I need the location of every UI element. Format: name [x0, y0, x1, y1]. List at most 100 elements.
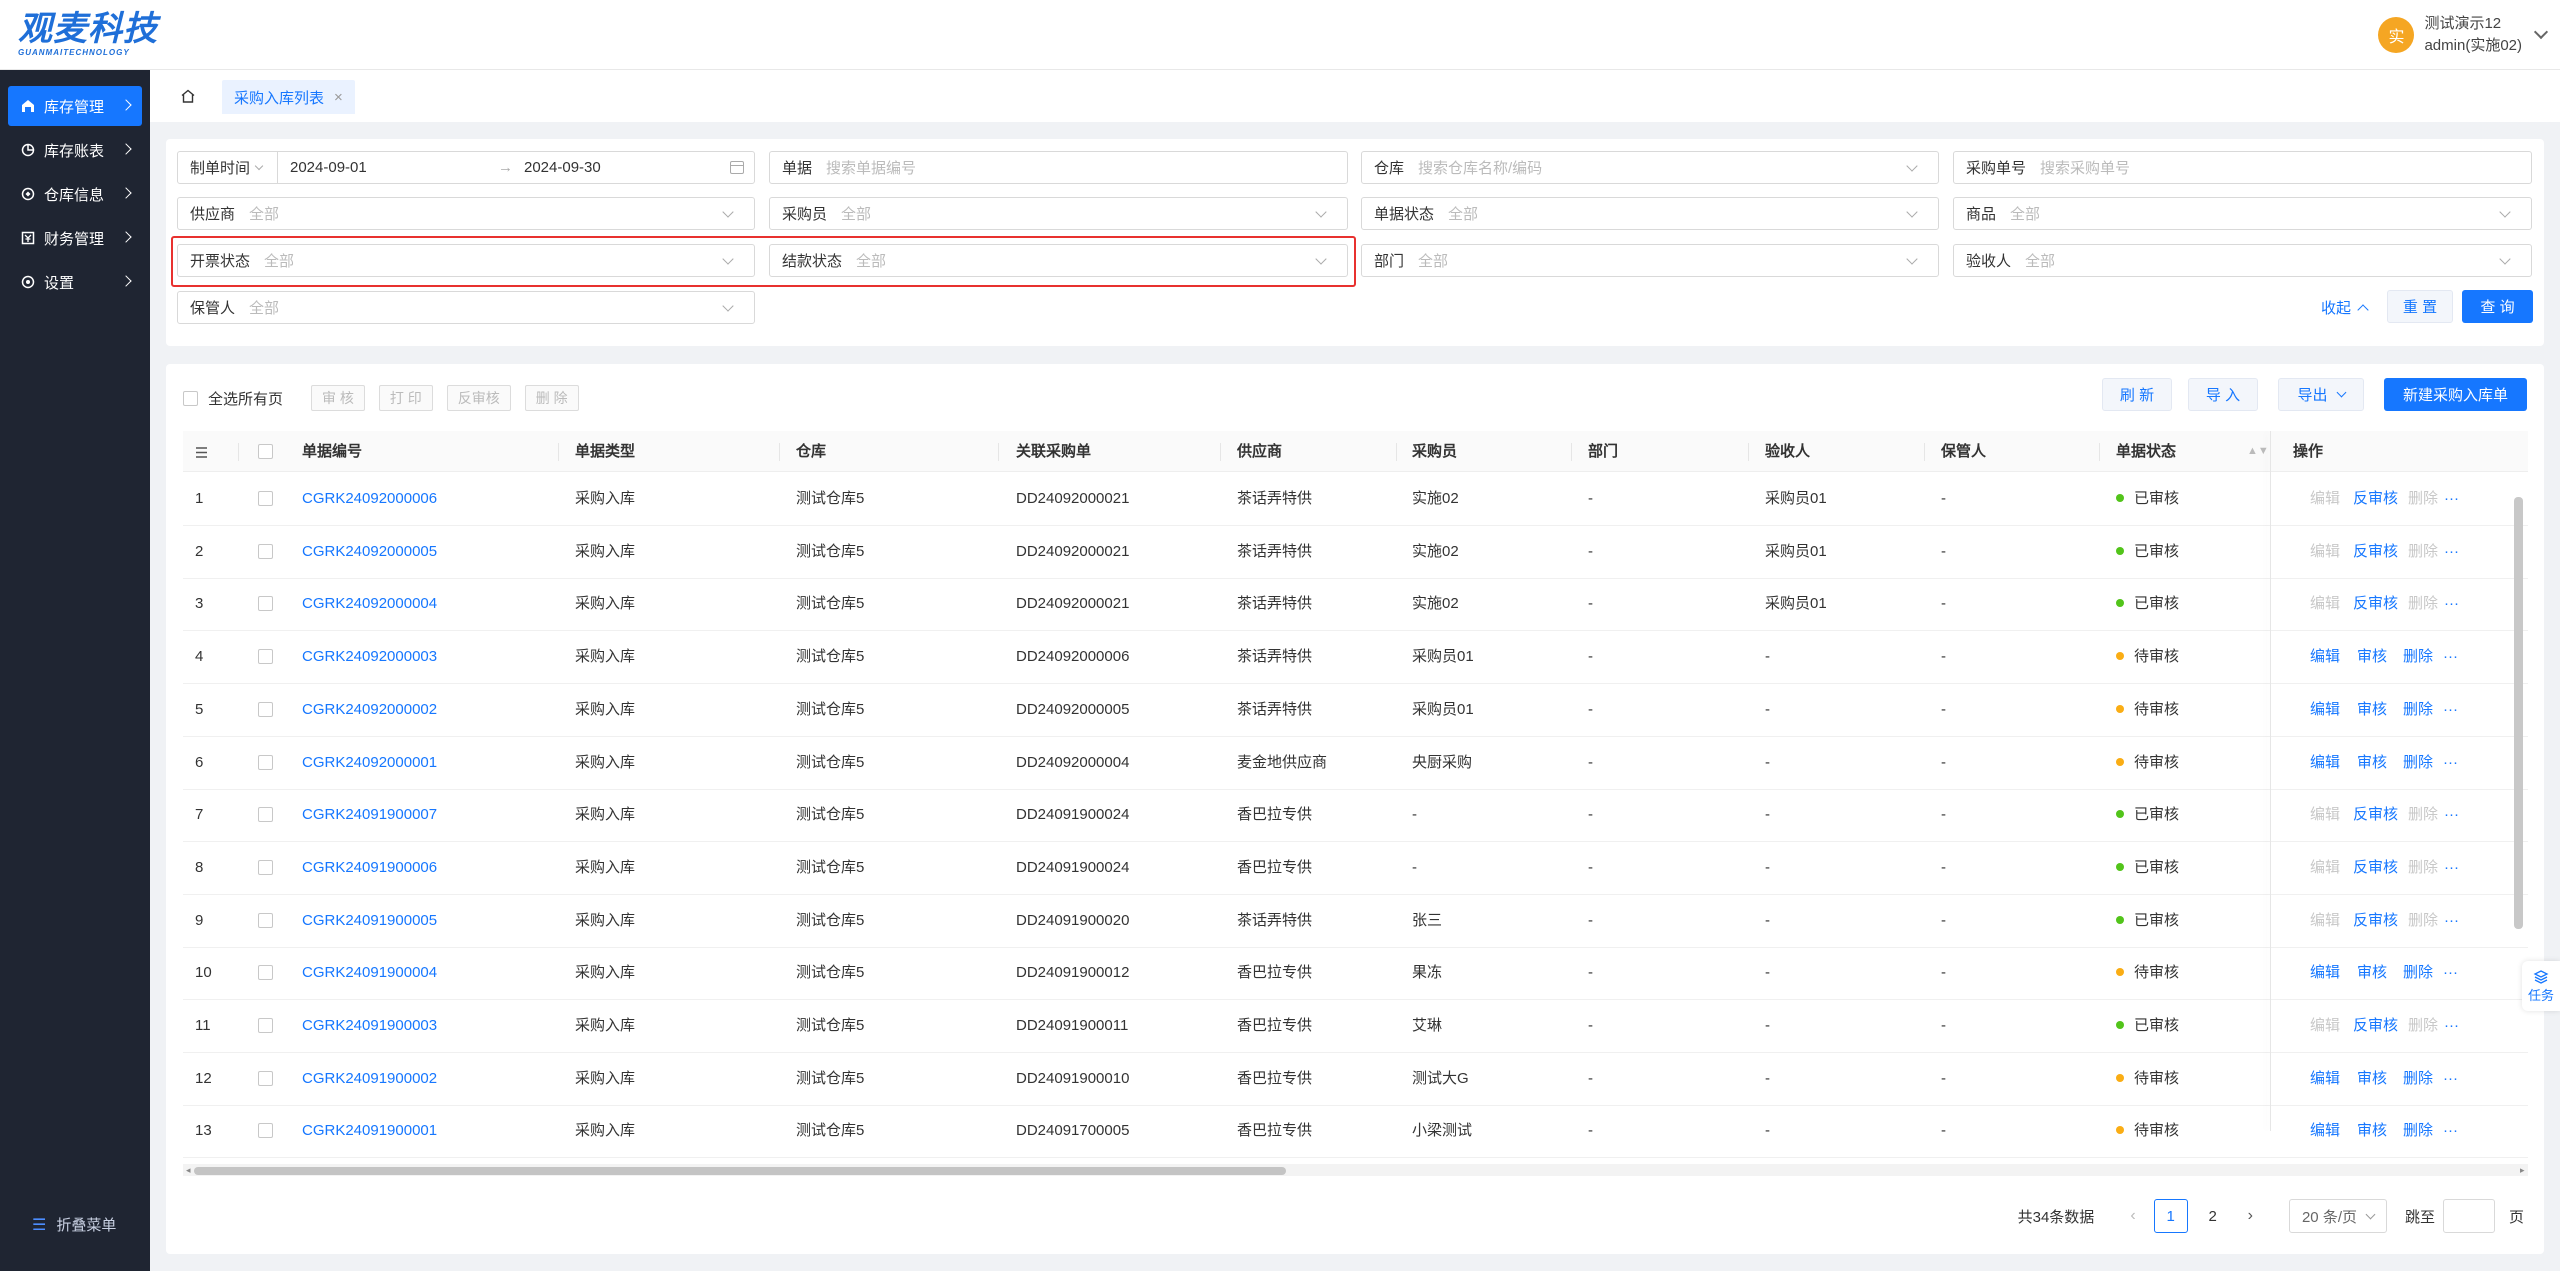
audit-row-button[interactable]: 审核	[2357, 684, 2387, 736]
more-actions-icon[interactable]: ···	[2444, 789, 2459, 841]
doc-number-link[interactable]: CGRK24092000004	[302, 578, 437, 630]
calendar-icon[interactable]	[730, 161, 744, 174]
date-start-input[interactable]: 2024-09-01	[290, 152, 367, 183]
row-checkbox[interactable]	[258, 1018, 273, 1033]
row-checkbox[interactable]	[258, 912, 273, 928]
select-all-checkbox[interactable]	[183, 390, 198, 406]
chevron-down-icon[interactable]	[2533, 24, 2549, 40]
table-row[interactable]: 4 CGRK24092000003 采购入库 测试仓库5 DD24092000006 茶话…	[183, 631, 2528, 685]
tab-home[interactable]	[164, 80, 212, 112]
row-checkbox[interactable]	[258, 491, 273, 506]
refresh-button[interactable]: 刷 新	[2102, 378, 2172, 411]
unaudit-row-button[interactable]: 反审核	[2353, 842, 2398, 894]
more-actions-icon[interactable]: ···	[2444, 895, 2459, 947]
row-checkbox[interactable]	[258, 1070, 273, 1086]
row-checkbox[interactable]	[258, 859, 273, 875]
tab-purchase-inbound-list[interactable]: 采购入库列表 ×	[222, 80, 355, 114]
jump-page-input[interactable]	[2442, 1199, 2495, 1233]
table-row[interactable]: 10 CGRK24091900004 采购入库 测试仓库5 DD24091900012 香…	[183, 947, 2528, 1001]
doc-number-link[interactable]: CGRK24091900001	[302, 1105, 437, 1157]
more-actions-icon[interactable]: ···	[2444, 578, 2459, 630]
delete-button[interactable]: 删 除	[524, 385, 579, 411]
table-row[interactable]: 8 CGRK24091900006 采购入库 测试仓库5 DD24091900024 香巴…	[183, 842, 2528, 895]
product-filter[interactable]: 商品 全部	[1953, 197, 2532, 230]
doc-number-filter[interactable]: 单据 搜索单据编号	[769, 151, 1348, 184]
delete-row-button[interactable]: 删除	[2408, 895, 2438, 947]
column-settings-icon[interactable]	[195, 431, 208, 472]
table-row[interactable]: 12 CGRK24091900002 采购入库 测试仓库5 DD24091900010 香…	[183, 1053, 2528, 1106]
page-size-select[interactable]: 20 条/页	[2288, 1199, 2387, 1233]
collapse-menu-button[interactable]: ☰ 折叠菜单	[32, 1214, 116, 1235]
delete-row-button[interactable]: 删除	[2403, 684, 2433, 736]
row-checkbox[interactable]	[258, 543, 273, 559]
doc-number-link[interactable]: CGRK24092000006	[302, 473, 437, 525]
import-button[interactable]: 导 入	[2188, 378, 2258, 411]
buyer-filter[interactable]: 采购员 全部	[769, 197, 1348, 230]
unaudit-row-button[interactable]: 反审核	[2353, 895, 2398, 947]
delete-row-button[interactable]: 删除	[2408, 578, 2438, 630]
unaudit-button[interactable]: 反审核	[446, 385, 511, 411]
scroll-left-icon[interactable]: ◂	[186, 1165, 191, 1176]
delete-row-button[interactable]: 删除	[2403, 1053, 2433, 1105]
supplier-filter[interactable]: 供应商 全部	[177, 197, 755, 230]
doc-number-link[interactable]: CGRK24092000001	[302, 737, 437, 789]
prev-page-icon[interactable]: ‹	[2130, 1207, 2135, 1225]
unaudit-row-button[interactable]: 反审核	[2353, 526, 2398, 578]
page-2-button[interactable]: 2	[2196, 1199, 2230, 1233]
receiver-filter[interactable]: 验收人 全部	[1953, 244, 2532, 277]
query-button[interactable]: 查 询	[2462, 290, 2533, 323]
sidebar-item-finance[interactable]: 财务管理	[8, 218, 142, 258]
doc-status-filter[interactable]: 单据状态 全部	[1361, 197, 1939, 230]
unaudit-row-button[interactable]: 反审核	[2353, 578, 2398, 630]
audit-row-button[interactable]: 审核	[2357, 947, 2387, 999]
more-actions-icon[interactable]: ···	[2444, 526, 2459, 578]
delete-row-button[interactable]: 删除	[2408, 1000, 2438, 1052]
delete-row-button[interactable]: 删除	[2403, 1105, 2433, 1157]
unaudit-row-button[interactable]: 反审核	[2353, 789, 2398, 841]
delete-row-button[interactable]: 删除	[2408, 842, 2438, 894]
more-actions-icon[interactable]: ···	[2443, 737, 2458, 789]
row-checkbox[interactable]	[258, 807, 273, 823]
header-select-checkbox[interactable]	[258, 444, 273, 459]
more-actions-icon[interactable]: ···	[2443, 1105, 2458, 1157]
more-actions-icon[interactable]: ···	[2444, 473, 2459, 525]
department-filter[interactable]: 部门 全部	[1361, 244, 1939, 277]
edit-button[interactable]: 编辑	[2310, 684, 2340, 736]
date-end-input[interactable]: 2024-09-30	[524, 152, 601, 183]
table-row[interactable]: 6 CGRK24092000001 采购入库 测试仓库5 DD24092000004 麦金…	[183, 737, 2528, 790]
user-menu[interactable]: 实 测试演示12 admin(实施02)	[2378, 12, 2549, 58]
table-row[interactable]: 9 CGRK24091900005 采购入库 测试仓库5 DD24091900020 茶话…	[183, 895, 2528, 948]
table-row[interactable]: 1 CGRK24092000006 采购入库 测试仓库5 DD24092000021 茶话…	[183, 473, 2528, 526]
create-inbound-button[interactable]: 新建采购入库单	[2384, 378, 2527, 411]
table-row[interactable]: 11 CGRK24091900003 采购入库 测试仓库5 DD24091900011 香…	[183, 1000, 2528, 1053]
sidebar-item-ledger[interactable]: 库存账表	[8, 130, 142, 170]
row-checkbox[interactable]	[258, 596, 273, 612]
warehouse-filter[interactable]: 仓库 搜索仓库名称/编码	[1361, 151, 1939, 184]
date-range-filter[interactable]: 制单时间 2024-09-01 → 2024-09-30	[177, 151, 755, 184]
po-number-filter[interactable]: 采购单号 搜索采购单号	[1953, 151, 2532, 184]
table-row[interactable]: 3 CGRK24092000004 采购入库 测试仓库5 DD24092000021 茶话…	[183, 578, 2528, 632]
more-actions-icon[interactable]: ···	[2444, 842, 2459, 894]
table-row[interactable]: 13 CGRK24091900001 采购入库 测试仓库5 DD24091700005 香…	[183, 1105, 2528, 1159]
date-type-select[interactable]: 制单时间	[178, 152, 278, 183]
doc-number-link[interactable]: CGRK24092000003	[302, 631, 437, 683]
vertical-scrollbar[interactable]	[2514, 497, 2523, 929]
edit-button[interactable]: 编辑	[2310, 895, 2340, 947]
doc-number-link[interactable]: CGRK24092000002	[302, 684, 437, 736]
audit-button[interactable]: 审 核	[311, 385, 365, 411]
keeper-filter[interactable]: 保管人 全部	[177, 291, 755, 324]
audit-row-button[interactable]: 审核	[2357, 1053, 2387, 1105]
more-actions-icon[interactable]: ···	[2443, 947, 2458, 999]
delete-row-button[interactable]: 删除	[2408, 526, 2438, 578]
delete-row-button[interactable]: 删除	[2408, 473, 2438, 525]
row-checkbox[interactable]	[258, 701, 273, 717]
doc-number-link[interactable]: CGRK24091900004	[302, 947, 437, 999]
row-checkbox[interactable]	[258, 1123, 273, 1139]
scroll-right-icon[interactable]: ▸	[2520, 1165, 2525, 1176]
page-1-button[interactable]: 1	[2153, 1199, 2188, 1233]
more-actions-icon[interactable]: ···	[2443, 631, 2458, 683]
table-row[interactable]: 7 CGRK24091900007 采购入库 测试仓库5 DD24091900024 香巴…	[183, 789, 2528, 843]
edit-button[interactable]: 编辑	[2310, 631, 2340, 683]
close-icon[interactable]: ×	[334, 89, 343, 106]
sort-icon[interactable]: ▲▼	[2247, 431, 2269, 472]
